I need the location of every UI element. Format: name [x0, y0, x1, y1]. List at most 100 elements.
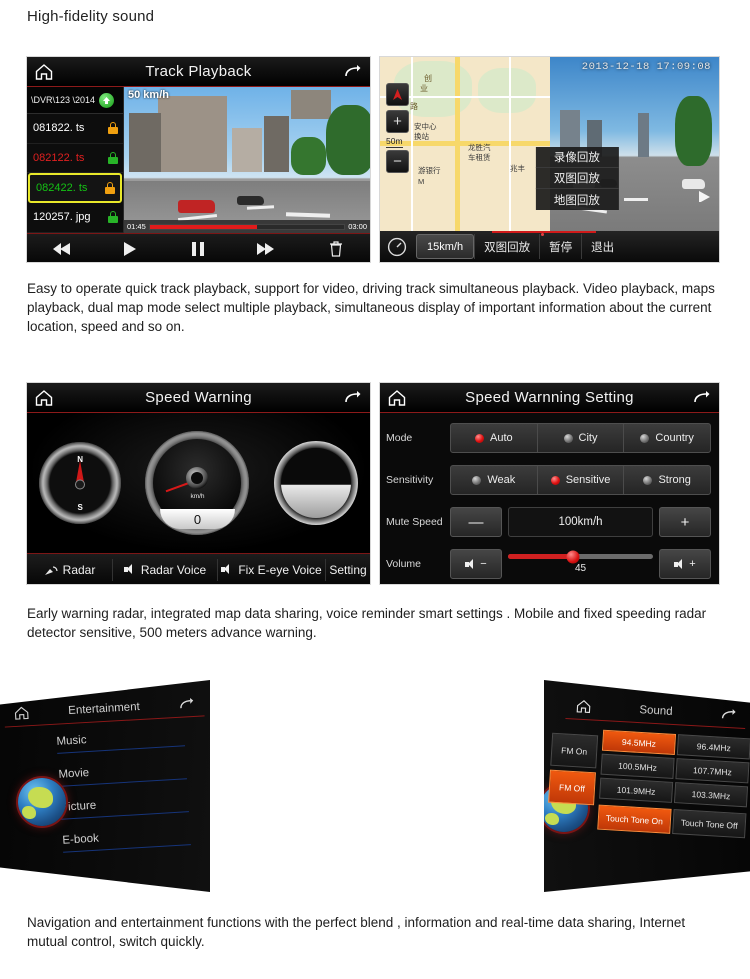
lock-icon[interactable] [108, 211, 118, 224]
mode-option-auto[interactable]: Auto [451, 424, 538, 452]
speaker-icon [123, 564, 137, 575]
sensitivity-option-weak[interactable]: Weak [451, 466, 538, 494]
setting-label: Setting [329, 562, 367, 577]
compass-dial: N S [39, 442, 122, 524]
fix-eeye-voice-button[interactable]: Fix E-eye Voice [218, 558, 326, 581]
dual-playback-button[interactable]: 双图回放 [474, 234, 539, 259]
volume-up-icon [674, 558, 687, 570]
menu-item-map-playback[interactable]: 地图回放 [535, 189, 618, 210]
next-button[interactable] [233, 242, 302, 256]
video-preview[interactable]: 50 km/h 01:45 03:00 [124, 87, 370, 233]
fm-on-button[interactable]: FM On [550, 732, 599, 769]
delete-button[interactable] [301, 241, 370, 257]
radar-voice-button[interactable]: Radar Voice [113, 558, 218, 581]
back-arrow-icon[interactable] [712, 707, 747, 723]
touch-tone-on-button[interactable]: Touch Tone On [597, 804, 672, 834]
file-name: 082422. ts [36, 182, 88, 194]
speed-display[interactable]: 15km/h [416, 234, 475, 259]
pause-button[interactable] [164, 241, 233, 257]
play-button[interactable] [96, 241, 165, 257]
back-arrow-icon[interactable] [336, 390, 370, 406]
sound-screen: Sound FM On FM Off 94.5MHz 96.4MHz 100.5… [544, 680, 750, 892]
speedometer-icon[interactable] [380, 237, 414, 257]
preset-button[interactable]: 100.5MHz [600, 753, 675, 779]
pause-button[interactable]: 暂停 [539, 234, 581, 259]
radar-icon [44, 565, 58, 575]
progress-fill [149, 224, 257, 229]
lock-icon[interactable] [108, 122, 118, 135]
preset-button[interactable]: 96.4MHz [676, 734, 750, 760]
mute-speed-label: Mute Speed [386, 516, 443, 528]
home-icon[interactable] [566, 699, 601, 714]
volume-knob[interactable] [566, 550, 580, 563]
mode-label: Mode [386, 432, 413, 444]
fm-preset-grid: 94.5MHz 96.4MHz 100.5MHz 107.7MHz 101.9M… [597, 729, 750, 842]
entertainment-item-ebook[interactable]: E-book [62, 827, 191, 853]
radio-icon [472, 475, 482, 485]
entertainment-item-picture[interactable]: Picture [60, 794, 189, 820]
volume-down-button[interactable]: − [450, 549, 502, 579]
home-icon[interactable] [380, 389, 414, 406]
touch-tone-off-button[interactable]: Touch Tone Off [672, 809, 747, 839]
preset-button[interactable]: 101.9MHz [599, 777, 674, 803]
volume-track[interactable] [508, 550, 653, 563]
mode-option-city[interactable]: City [538, 424, 625, 452]
page-title: High-fidelity sound [27, 8, 155, 25]
sensitivity-option-strong[interactable]: Strong [624, 466, 710, 494]
list-item-selected[interactable]: 082422. ts [28, 173, 122, 203]
menu-item-video-playback[interactable]: 录像回放 [535, 147, 619, 169]
preset-button[interactable]: 107.7MHz [675, 758, 750, 784]
progress-track[interactable] [148, 223, 346, 230]
preset-button[interactable]: 94.5MHz [601, 729, 677, 755]
fm-off-button[interactable]: FM Off [548, 769, 596, 806]
north-arrow-icon[interactable] [386, 83, 409, 106]
speedometer-dial: km/h 0 [145, 431, 250, 535]
context-menu[interactable]: 录像回放 双图回放 地图回放 [535, 147, 619, 211]
map-label: 车租赁 [468, 153, 491, 162]
entertainment-item-music[interactable]: Music [56, 728, 186, 754]
map-view[interactable]: + 50m − 创 业 路 安中心 换站 龙胜汽 车租赁 游银行 M 兆丰 [380, 57, 550, 233]
lock-icon[interactable] [108, 151, 118, 164]
list-item[interactable]: 082122. ts [27, 144, 123, 173]
back-arrow-icon[interactable] [169, 696, 204, 712]
previous-button[interactable] [27, 242, 96, 256]
radio-icon [563, 433, 573, 443]
sensitivity-option-label: Sensitive [565, 474, 611, 486]
menu-item-dual-playback[interactable]: 双图回放 [535, 168, 619, 190]
entertainment-title: Entertainment [67, 700, 141, 717]
video-progress-bar[interactable]: 01:45 03:00 [124, 220, 370, 233]
home-icon[interactable] [4, 706, 39, 721]
sensitivity-label: Sensitivity [386, 474, 434, 486]
up-arrow-icon[interactable] [99, 92, 115, 108]
back-arrow-icon[interactable] [336, 64, 370, 80]
preset-button[interactable]: 103.3MHz [673, 782, 749, 808]
volume-up-button[interactable]: + [659, 549, 711, 579]
sensitivity-option-sensitive[interactable]: Sensitive [538, 466, 625, 494]
volume-slider[interactable]: 45 [508, 550, 653, 574]
list-item[interactable]: 120257. jpg [27, 203, 123, 233]
mode-option-country[interactable]: Country [624, 424, 710, 452]
zoom-in-button[interactable]: + [386, 110, 409, 133]
setting-button[interactable]: Setting [326, 559, 370, 581]
home-icon[interactable] [27, 63, 61, 80]
sensitivity-options: Weak Sensitive Strong [450, 465, 711, 495]
file-list[interactable]: \DVR\123 \2014 081822. ts 082122. ts 082… [27, 87, 124, 233]
mute-speed-increase-button[interactable]: + [659, 507, 711, 537]
radar-button[interactable]: Radar [27, 558, 113, 581]
home-icon[interactable] [27, 389, 61, 406]
nav-toolbar: 15km/h 双图回放 暂停 退出 [380, 231, 719, 262]
zoom-out-button[interactable]: − [386, 150, 409, 173]
elapsed-time: 01:45 [127, 222, 146, 231]
fix-eeye-voice-label: Fix E-eye Voice [238, 562, 322, 577]
mute-speed-decrease-button[interactable]: — [450, 507, 502, 537]
back-arrow-icon[interactable] [685, 390, 719, 406]
list-item[interactable]: 081822. ts [27, 114, 123, 144]
lock-icon[interactable] [105, 182, 115, 194]
path-row[interactable]: \DVR\123 \2014 [27, 87, 123, 114]
exit-button[interactable]: 退出 [581, 234, 623, 259]
caption-speed-warning: Early warning radar, integrated map data… [27, 606, 707, 640]
file-name: 081822. ts [33, 122, 85, 135]
path-label: \DVR\123 \2014 [31, 95, 96, 105]
radar-label: Radar [62, 562, 96, 577]
entertainment-item-movie[interactable]: Movie [58, 761, 187, 787]
